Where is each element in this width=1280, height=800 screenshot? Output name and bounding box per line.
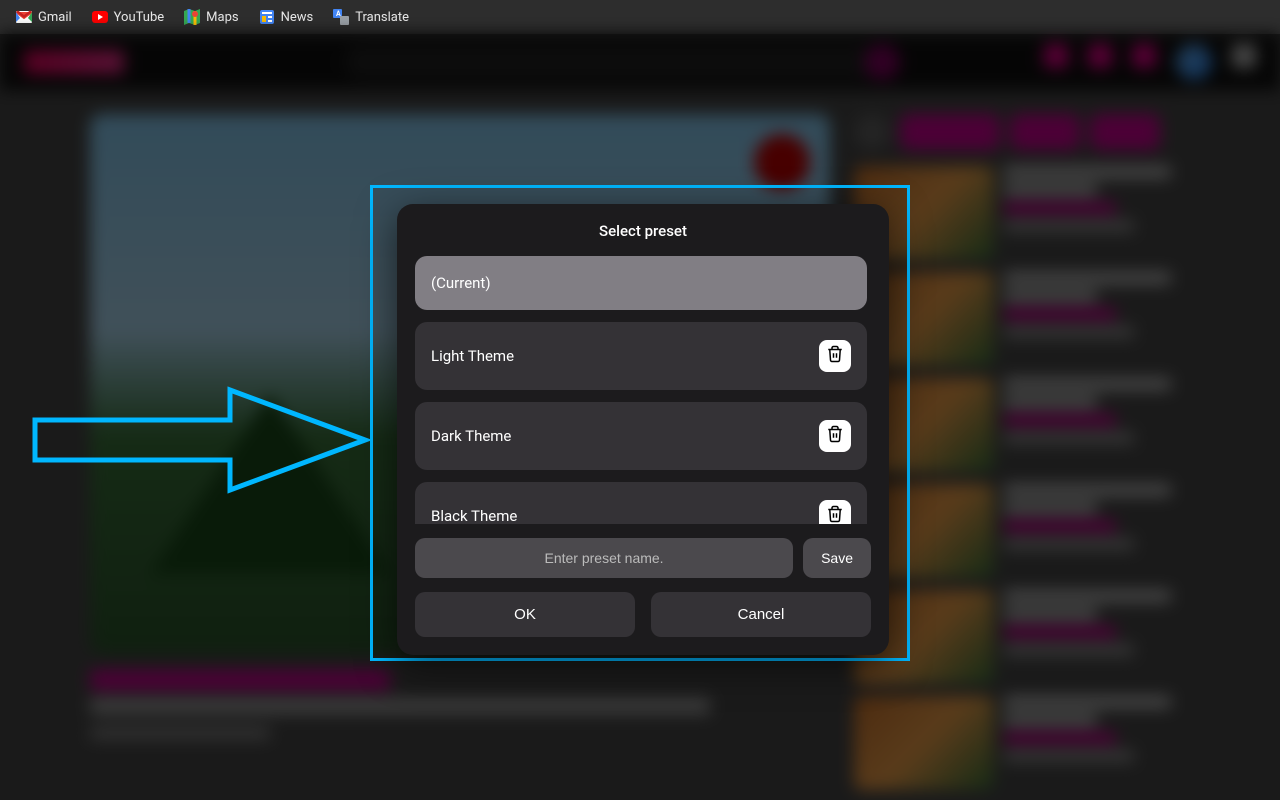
preset-name-input[interactable] — [415, 538, 793, 578]
bookmark-bar: Gmail YouTube Maps News A Translate — [0, 0, 1280, 34]
bookmark-label: YouTube — [114, 10, 165, 25]
bookmark-label: Translate — [355, 10, 409, 25]
dialog-title: Select preset — [415, 222, 871, 240]
preset-label: Light Theme — [431, 347, 514, 365]
preset-label: Black Theme — [431, 507, 517, 524]
svg-text:A: A — [336, 10, 341, 18]
preset-label: Dark Theme — [431, 427, 511, 445]
preset-label: (Current) — [431, 274, 491, 292]
select-preset-dialog: Select preset (Current) Light Theme Dark… — [397, 204, 889, 655]
bookmark-gmail[interactable]: Gmail — [8, 5, 80, 29]
annotation-arrow — [30, 385, 370, 509]
preset-item-black[interactable]: Black Theme — [415, 482, 867, 524]
save-row: Save — [415, 538, 871, 578]
trash-icon — [826, 345, 844, 367]
bookmark-label: Maps — [206, 10, 238, 25]
bookmark-label: Gmail — [38, 10, 72, 25]
bookmark-youtube[interactable]: YouTube — [84, 5, 173, 29]
translate-icon: A — [333, 9, 349, 25]
dialog-actions: OK Cancel — [415, 592, 871, 637]
cancel-button[interactable]: Cancel — [651, 592, 871, 637]
save-button[interactable]: Save — [803, 538, 871, 578]
maps-icon — [184, 9, 200, 25]
delete-preset-button[interactable] — [819, 420, 851, 452]
bookmark-translate[interactable]: A Translate — [325, 5, 417, 29]
delete-preset-button[interactable] — [819, 500, 851, 524]
gmail-icon — [16, 9, 32, 25]
preset-item-current[interactable]: (Current) — [415, 256, 867, 310]
delete-preset-button[interactable] — [819, 340, 851, 372]
preset-item-light[interactable]: Light Theme — [415, 322, 867, 390]
bookmark-maps[interactable]: Maps — [176, 5, 246, 29]
trash-icon — [826, 425, 844, 447]
preset-item-dark[interactable]: Dark Theme — [415, 402, 867, 470]
bookmark-label: News — [281, 10, 314, 25]
ok-button[interactable]: OK — [415, 592, 635, 637]
trash-icon — [826, 505, 844, 524]
news-icon — [259, 9, 275, 25]
preset-list[interactable]: (Current) Light Theme Dark Theme Black T… — [415, 256, 871, 524]
youtube-icon — [92, 9, 108, 25]
bookmark-news[interactable]: News — [251, 5, 322, 29]
